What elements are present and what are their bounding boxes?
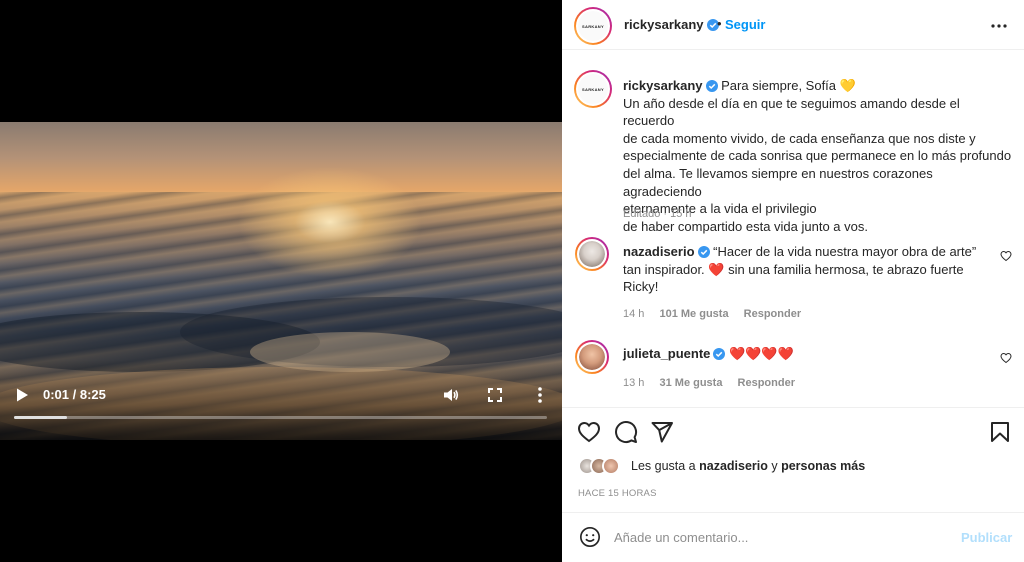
brand-logo: SARKANY — [578, 11, 608, 41]
liked-by-others[interactable]: personas más — [781, 459, 865, 473]
comment-time: 14 h — [623, 308, 645, 320]
post-side-panel: SARKANY rickysarkany • Seguir SARKANY ri… — [562, 0, 1024, 562]
avatar[interactable] — [575, 237, 609, 271]
comment-meta: 13 h 31 Me gusta Responder — [623, 377, 807, 389]
caption-title: Para siempre, Sofía 💛 — [721, 78, 856, 93]
comment-text: tan inspirador. ❤️ sin una familia hermo… — [623, 261, 964, 277]
header-separator: • — [717, 16, 722, 31]
caption-line: de cada momento vivido, de cada enseñanz… — [623, 130, 976, 146]
bookmark-icon[interactable] — [988, 420, 1012, 444]
likes-text: Les gusta a nazadiserio y personas más — [631, 459, 866, 473]
comment-time: 13 h — [623, 377, 645, 389]
like-heart-icon[interactable] — [577, 420, 601, 444]
likes-summary: Les gusta a nazadiserio y personas más — [578, 457, 998, 477]
video-progress-bar[interactable] — [14, 416, 547, 419]
more-options-icon[interactable] — [989, 16, 1009, 36]
share-paper-plane-icon[interactable] — [650, 420, 674, 444]
avatar[interactable]: SARKANY — [574, 70, 612, 108]
caption-username[interactable]: rickysarkany — [623, 78, 703, 93]
fullscreen-icon[interactable] — [487, 387, 503, 403]
verified-badge-icon — [705, 80, 718, 92]
caption-line: del alma. Te llevamos siempre en nuestro… — [623, 165, 933, 199]
publish-button[interactable]: Publicar — [961, 530, 1012, 545]
video-controls: 0:01 / 8:25 — [0, 380, 562, 420]
comment-username[interactable]: nazadiserio — [623, 244, 695, 259]
like-comment-heart-icon[interactable] — [1000, 352, 1012, 364]
avatar[interactable] — [575, 340, 609, 374]
video-time: 0:01 / 8:25 — [43, 387, 106, 402]
follow-button[interactable]: Seguir — [725, 17, 765, 32]
comment: nazadiserio “Hacer de la vida nuestra ma… — [623, 243, 978, 296]
like-comment-heart-icon[interactable] — [1000, 250, 1012, 262]
comment-meta: 14 h 101 Me gusta Responder — [623, 308, 813, 320]
emoji-icon[interactable] — [579, 526, 601, 548]
comment-username[interactable]: julieta_puente — [623, 346, 710, 361]
video-progress-fill — [14, 416, 68, 419]
video-sun — [230, 162, 430, 282]
comment-bubble-icon[interactable] — [614, 420, 638, 444]
comment-input[interactable] — [614, 525, 944, 549]
liked-by-user[interactable]: nazadiserio — [699, 459, 768, 473]
header-username[interactable]: rickysarkany — [624, 17, 719, 32]
reply-button[interactable]: Responder — [744, 308, 801, 320]
add-comment-bar: Publicar — [562, 512, 1024, 562]
caption-line: Un año desde el día en que te seguimos a… — [623, 95, 960, 129]
post-timestamp[interactable]: HACE 15 HORAS — [578, 488, 657, 499]
comment-text: Ricky! — [623, 279, 659, 295]
more-options-icon[interactable] — [530, 385, 550, 405]
comments-scroll-area[interactable]: SARKANY rickysarkany Para siempre, Sofía… — [562, 51, 1024, 407]
caption-meta: Editado · 15 h — [623, 208, 692, 220]
brand-logo: SARKANY — [578, 74, 608, 104]
comment-likes[interactable]: 31 Me gusta — [659, 377, 722, 389]
play-icon[interactable] — [14, 387, 30, 403]
volume-icon[interactable] — [442, 386, 460, 404]
reply-button[interactable]: Responder — [738, 377, 795, 389]
video-player[interactable]: 0:01 / 8:25 — [0, 0, 562, 562]
comment-likes[interactable]: 101 Me gusta — [659, 308, 728, 320]
comment-text: “Hacer de la vida nuestra mayor obra de … — [713, 244, 977, 259]
comment-text: ❤️❤️❤️❤️ — [729, 346, 794, 361]
post-actions — [562, 407, 1024, 455]
post-header: SARKANY rickysarkany • Seguir — [562, 0, 1024, 50]
comment: julieta_puente ❤️❤️❤️❤️ — [623, 345, 978, 363]
caption-line: especialmente de cada sonrisa que perman… — [623, 148, 1012, 164]
avatar[interactable]: SARKANY — [574, 7, 612, 45]
verified-badge-icon — [713, 348, 726, 360]
avatar[interactable] — [602, 457, 620, 475]
verified-badge-icon — [697, 246, 710, 258]
caption-line: de haber compartido esta vida junto a vo… — [623, 218, 868, 234]
